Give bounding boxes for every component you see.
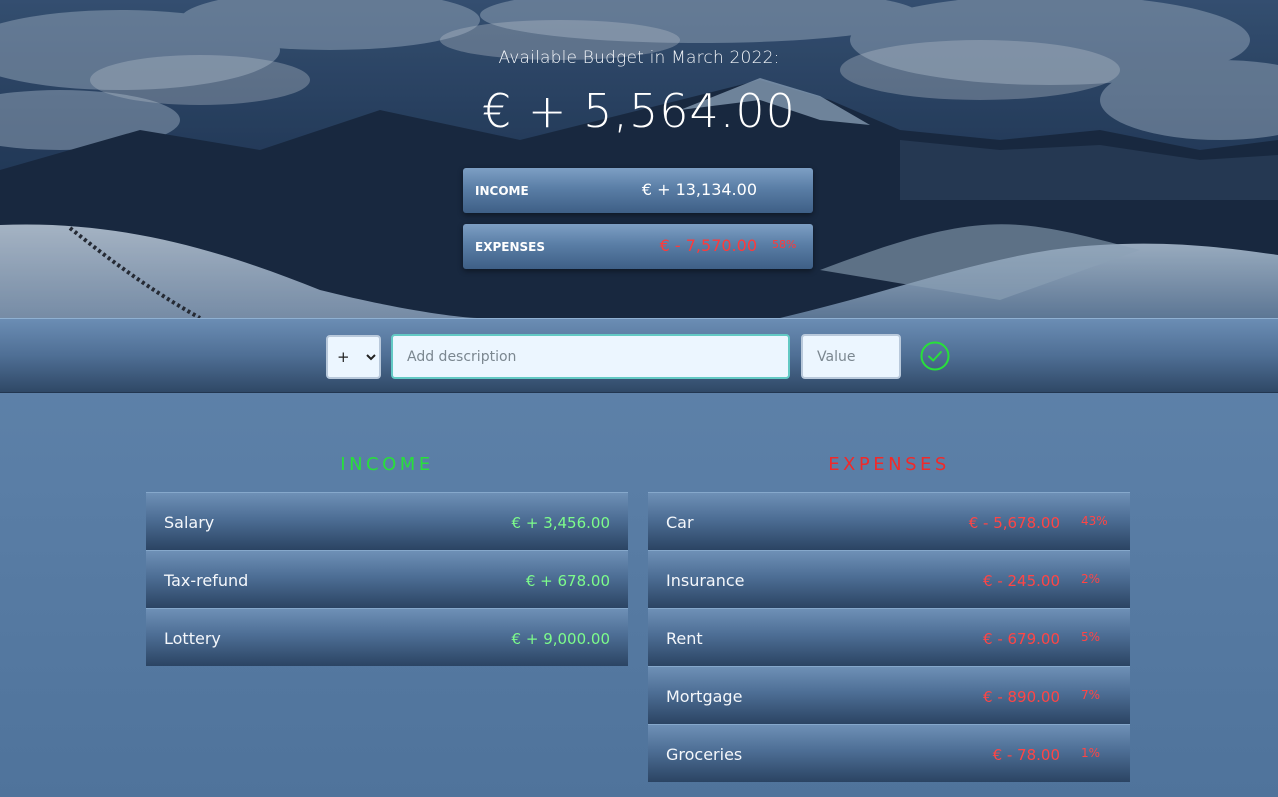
expenses-summary-label: EXPENSES: [475, 240, 545, 254]
expense-item[interactable]: Rent € - 679.00 5%: [648, 608, 1130, 666]
income-item-description: Lottery: [164, 629, 221, 648]
expense-item-value: € - 245.00: [983, 572, 1060, 590]
checkmark-circle-icon: [920, 341, 950, 371]
income-item[interactable]: Tax-refund € + 678.00: [146, 550, 628, 608]
budget-value: € + 5,564.00: [482, 84, 796, 138]
expenses-summary: EXPENSES € - 7,570.00 58%: [463, 224, 813, 269]
add-item-button[interactable]: [919, 340, 951, 372]
expense-item-description: Rent: [666, 629, 703, 648]
income-item[interactable]: Lottery € + 9,000.00: [146, 608, 628, 666]
expense-item-percentage: 43%: [1081, 514, 1108, 528]
income-column: INCOME Salary € + 3,456.00 Tax-refund € …: [146, 450, 628, 666]
income-summary-label: INCOME: [475, 184, 529, 198]
income-item-value: € + 9,000.00: [511, 630, 610, 648]
budget-title: Available Budget in March 2022:: [498, 48, 780, 68]
income-item-value: € + 678.00: [525, 572, 610, 590]
expense-item-description: Mortgage: [666, 687, 743, 706]
income-item-description: Tax-refund: [164, 571, 249, 590]
expense-item-description: Groceries: [666, 745, 743, 764]
expense-item-value: € - 78.00: [992, 746, 1060, 764]
expense-item-percentage: 2%: [1081, 572, 1101, 586]
expense-item[interactable]: Insurance € - 245.00 2%: [648, 550, 1130, 608]
expenses-list-title: EXPENSES: [828, 454, 950, 475]
expenses-summary-value: € - 7,570.00: [659, 236, 757, 255]
add-item-bar: + -: [0, 318, 1278, 393]
expense-item-value: € - 890.00: [983, 688, 1060, 706]
expense-item-percentage: 5%: [1081, 630, 1101, 644]
expense-item-percentage: 7%: [1081, 688, 1101, 702]
expense-item-percentage: 1%: [1081, 746, 1101, 760]
expense-item-description: Insurance: [666, 571, 745, 590]
income-summary-value: € + 13,134.00: [641, 180, 757, 199]
type-select[interactable]: + -: [326, 335, 381, 379]
income-item-description: Salary: [164, 513, 215, 532]
description-input[interactable]: [391, 334, 790, 379]
expense-item-value: € - 5,678.00: [968, 514, 1060, 532]
value-input[interactable]: [801, 334, 901, 379]
income-item-value: € + 3,456.00: [511, 514, 610, 532]
expense-item[interactable]: Groceries € - 78.00 1%: [648, 724, 1130, 782]
expenses-column: EXPENSES Car € - 5,678.00 43% Insurance …: [648, 450, 1130, 782]
expense-item-value: € - 679.00: [983, 630, 1060, 648]
budget-header: Available Budget in March 2022: € + 5,56…: [0, 0, 1278, 318]
expense-item-description: Car: [666, 513, 694, 532]
expense-item[interactable]: Car € - 5,678.00 43%: [648, 492, 1130, 550]
income-list-title: INCOME: [340, 454, 434, 475]
income-summary: INCOME € + 13,134.00: [463, 168, 813, 213]
income-item[interactable]: Salary € + 3,456.00: [146, 492, 628, 550]
expenses-percentage-badge: 58%: [772, 238, 797, 251]
expense-item[interactable]: Mortgage € - 890.00 7%: [648, 666, 1130, 724]
